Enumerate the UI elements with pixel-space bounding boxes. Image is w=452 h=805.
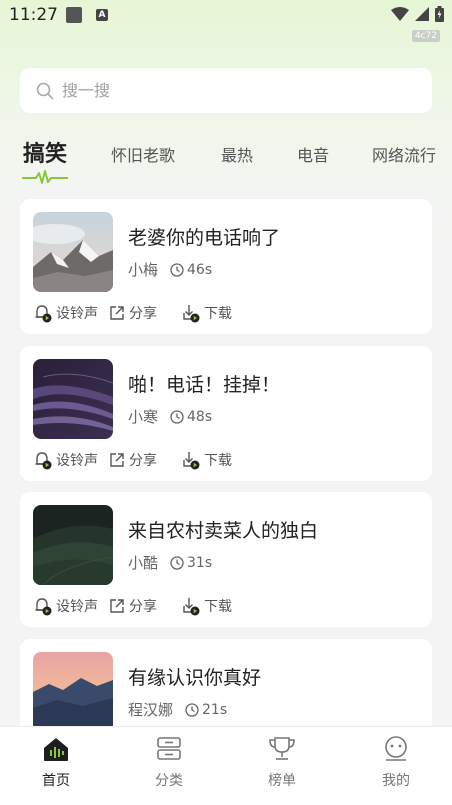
set-ringtone-button[interactable]: 设铃声 (33, 450, 98, 470)
tab-oldies[interactable]: 怀旧老歌 (111, 142, 175, 166)
nav-home[interactable]: 首页 (26, 736, 86, 790)
category-tabs: 搞笑 怀旧老歌 最热 电音 网络流行 (0, 132, 452, 192)
set-ringtone-button[interactable]: 设铃声 (33, 596, 98, 616)
download-button[interactable]: 下载 (181, 596, 232, 616)
search-bar[interactable] (20, 68, 432, 113)
song-title: 老婆你的电话响了 (128, 227, 281, 249)
share-button[interactable]: 分享 (108, 303, 157, 323)
nav-profile[interactable]: 我的 (366, 736, 426, 790)
wifi-icon (391, 7, 409, 21)
clock-icon (185, 702, 199, 717)
song-cover (33, 212, 113, 292)
nav-charts[interactable]: 榜单 (252, 736, 312, 790)
share-icon (110, 599, 124, 613)
download-icon (183, 598, 200, 616)
tab-funny[interactable]: 搞笑 (23, 136, 67, 168)
bell-icon (35, 452, 52, 470)
set-ringtone-button[interactable]: 设铃声 (33, 303, 98, 323)
battery-icon (435, 6, 444, 22)
song-duration: 48s (170, 409, 212, 425)
tab-hottest[interactable]: 最热 (221, 142, 253, 166)
song-meta: 程汉娜 21s (128, 699, 227, 720)
song-cover (33, 505, 113, 585)
signal-icon (415, 7, 429, 21)
download-icon (183, 452, 200, 470)
share-button[interactable]: 分享 (108, 450, 157, 470)
share-button[interactable]: 分享 (108, 596, 157, 616)
song-duration: 21s (185, 702, 227, 718)
song-meta: 小酷 31s (128, 552, 212, 573)
search-icon (36, 82, 54, 99)
tab-electronic[interactable]: 电音 (297, 142, 329, 166)
search-input[interactable] (62, 81, 402, 100)
song-artist: 小梅 (128, 261, 159, 279)
nav-category[interactable]: 分类 (139, 736, 199, 790)
song-meta: 小梅 46s (128, 259, 212, 280)
share-icon (110, 453, 124, 467)
bell-icon (35, 305, 52, 323)
song-title: 啪！电话！挂掉！ (128, 374, 281, 396)
clock-icon (170, 262, 184, 277)
song-artist: 程汉娜 (128, 701, 174, 719)
song-title: 来自农村卖菜人的独白 (128, 520, 319, 542)
song-card[interactable]: 老婆你的电话响了 小梅 46s 设铃声 分享 下载 (20, 199, 432, 334)
song-card[interactable]: 来自农村卖菜人的独白 小酷 31s 设铃声 分享 下载 (20, 492, 432, 627)
song-duration: 31s (170, 555, 212, 571)
download-button[interactable]: 下载 (181, 303, 232, 323)
song-title: 有缘认识你真好 (128, 667, 262, 689)
status-bar: 11:27 A 4c72 (0, 0, 452, 42)
bottom-nav: 首页 分类 榜单 我的 (0, 726, 452, 805)
song-actions: 设铃声 分享 下载 (33, 596, 242, 616)
song-actions: 设铃声 分享 下载 (33, 303, 242, 323)
home-icon (44, 738, 68, 761)
share-icon (110, 306, 124, 320)
song-meta: 小寒 48s (128, 406, 212, 427)
song-cover (33, 359, 113, 439)
clock-icon (170, 409, 184, 424)
download-icon (183, 305, 200, 323)
status-time: 11:27 (9, 5, 58, 25)
category-icon (157, 737, 181, 760)
song-card[interactable]: 啪！电话！挂掉！ 小寒 48s 设铃声 分享 下载 (20, 346, 432, 481)
tab-active-indicator (22, 170, 68, 184)
song-actions: 设铃声 分享 下载 (33, 450, 242, 470)
build-badge: 4c72 (411, 30, 440, 42)
tab-internet-pop[interactable]: 网络流行 (372, 142, 436, 166)
song-duration: 46s (170, 262, 212, 278)
clock-icon (170, 555, 184, 570)
download-button[interactable]: 下载 (181, 450, 232, 470)
trophy-icon (269, 737, 295, 760)
song-cover (33, 652, 113, 732)
notification-icon (66, 7, 82, 23)
keyboard-a-icon: A (96, 9, 108, 21)
profile-icon (385, 736, 407, 761)
song-artist: 小酷 (128, 554, 159, 572)
song-artist: 小寒 (128, 408, 159, 426)
bell-icon (35, 598, 52, 616)
